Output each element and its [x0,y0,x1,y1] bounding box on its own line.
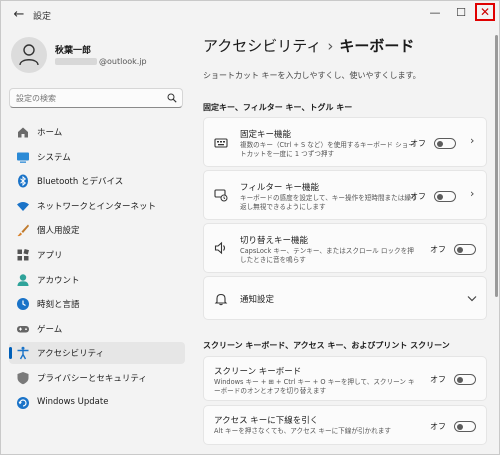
windows-update-icon [17,396,29,409]
bell-icon [214,293,228,306]
search-input[interactable] [16,92,156,104]
sidebar-item-system[interactable]: システム [9,146,185,168]
sidebar-item-label: プライバシーとセキュリティ [37,373,147,384]
access-keys-underline-title: アクセス キーに下線を引く [214,416,319,426]
speaker-icon [214,241,226,255]
breadcrumb-parent[interactable]: アクセシビリティ [203,37,321,55]
sidebar-item-label: アクセシビリティ [37,349,105,360]
sticky-keys-description: 複数のキー（Ctrl + S など）を使用するキーボード ショートカットを一度に… [240,141,415,158]
breadcrumb-separator: › [327,37,334,55]
close-button[interactable]: ✕ [475,3,495,21]
bluetooth-icon [18,174,28,188]
sidebar-item-accessibility[interactable]: アクセシビリティ [9,342,185,365]
settings-search-box[interactable] [9,88,183,108]
account-icon [17,273,29,286]
toggle-keys-state: オフ [430,245,446,254]
sidebar-item-label: Windows Update [37,396,109,407]
apps-icon [17,248,29,261]
onscreen-keyboard-description: Windows キー + ⊞ + Ctrl キー + O キーを押して、スクリー… [214,378,415,395]
toggle-keys-title: 切り替えキー機能 [240,236,309,246]
minimize-button[interactable]: — [425,5,445,21]
gamepad-icon [17,325,29,333]
scrollbar[interactable] [495,35,498,297]
filter-keys-icon [214,189,228,202]
sidebar-item-label: ホーム [37,128,63,138]
onscreen-keyboard-title: スクリーン キーボード [214,367,302,377]
network-icon [17,201,29,211]
access-keys-underline-card[interactable]: アクセス キーに下線を引く Alt キーを押さなくても、アクセス キーに下線が引… [203,405,487,445]
chevron-down-icon[interactable] [467,295,477,302]
maximize-button[interactable]: ☐ [451,5,471,21]
brush-icon [17,224,29,237]
section-title-onscreen: スクリーン キーボード、アクセス キー、およびプリント スクリーン [203,341,450,350]
sidebar-item-label: 時刻と言語 [37,300,80,311]
chevron-right-icon[interactable]: › [470,187,474,200]
person-icon [19,44,39,66]
filter-keys-toggle[interactable] [434,191,456,202]
sidebar-item-time-language[interactable]: 時刻と言語 [9,293,185,315]
user-email: @outlook.jp [55,57,147,66]
notification-settings-card[interactable]: 通知設定 [203,276,487,320]
sticky-keys-card[interactable]: 固定キー機能 複数のキー（Ctrl + S など）を使用するキーボード ショート… [203,117,487,167]
redacted-email-prefix [55,58,97,65]
toggle-keys-card[interactable]: 切り替えキー機能 CapsLock キー、テンキー、またはスクロール ロックを押… [203,223,487,273]
access-keys-underline-description: Alt キーを押さなくても、アクセス キーに下線が引かれます [214,427,391,435]
chevron-right-icon[interactable]: › [470,134,474,147]
title-bar: ← 設定 — ☐ ✕ [1,1,499,31]
page-description: ショートカット キーを入力しやすくし、使いやすくします。 [203,71,421,80]
section-title-keys: 固定キー、フィルター キー、トグル キー [203,103,353,112]
sidebar-item-label: アプリ [37,250,63,261]
notification-settings-title: 通知設定 [240,295,275,305]
sidebar-item-personalization[interactable]: 個人用設定 [9,219,185,241]
toggle-keys-toggle[interactable] [454,244,476,255]
page-title: アクセシビリティ › キーボード [203,35,414,56]
sidebar-item-label: アカウント [37,275,80,286]
email-domain: @outlook.jp [99,57,147,66]
sidebar-item-label: 個人用設定 [37,226,80,237]
sidebar-item-privacy[interactable]: プライバシーとセキュリティ [9,367,185,389]
sidebar-item-network[interactable]: ネットワークとインターネット [9,195,185,217]
sticky-keys-icon [214,138,228,148]
access-keys-underline-state: オフ [430,422,446,431]
sticky-keys-toggle[interactable] [434,138,456,149]
sidebar-item-label: システム [37,152,71,163]
system-icon [17,152,29,163]
access-keys-underline-toggle[interactable] [454,421,476,432]
search-icon[interactable] [167,93,177,103]
onscreen-keyboard-state: オフ [430,375,446,384]
toggle-keys-description: CapsLock キー、テンキー、またはスクロール ロックを押したときに音を鳴ら… [240,247,414,264]
onscreen-keyboard-card[interactable]: スクリーン キーボード Windows キー + ⊞ + Ctrl キー + O… [203,356,487,401]
filter-keys-state: オフ [410,192,426,201]
sidebar-item-accounts[interactable]: アカウント [9,269,185,291]
sidebar-item-bluetooth[interactable]: Bluetooth とデバイス [9,170,185,192]
sidebar-item-apps[interactable]: アプリ [9,244,185,266]
avatar [11,37,47,73]
window-title: 設定 [33,12,52,22]
sidebar-item-gaming[interactable]: ゲーム [9,318,185,340]
settings-window: ← 設定 — ☐ ✕ 秋葉一郎 @outlook.jp ホーム シス [0,0,500,455]
home-icon [18,127,28,138]
filter-keys-description: キーボードの感度を設定して、キー操作を短時間または繰り返し無視できるようにします [240,194,418,211]
breadcrumb-current: キーボード [339,37,415,55]
sidebar-nav: ホーム システム Bluetooth とデバイス ネットワークとインターネット … [9,121,185,416]
sidebar-item-home[interactable]: ホーム [9,121,185,143]
back-button[interactable]: ← [11,7,27,23]
clock-language-icon [17,298,29,311]
sticky-keys-title: 固定キー機能 [240,130,292,140]
shield-icon [17,371,29,385]
sidebar-item-label: ネットワークとインターネット [37,201,157,212]
filter-keys-title: フィルター キー機能 [240,183,320,193]
sticky-keys-state: オフ [410,139,426,148]
onscreen-keyboard-toggle[interactable] [454,374,476,385]
accessibility-icon [17,347,29,360]
filter-keys-card[interactable]: フィルター キー機能 キーボードの感度を設定して、キー操作を短時間または繰り返し… [203,170,487,220]
sidebar-item-windows-update[interactable]: Windows Update [9,392,185,414]
sidebar-item-label: Bluetooth とデバイス [37,177,124,188]
sidebar-item-label: ゲーム [37,324,63,335]
user-name: 秋葉一郎 [55,46,92,56]
